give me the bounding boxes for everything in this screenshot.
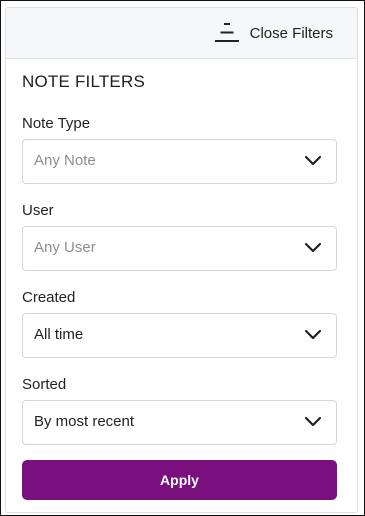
note-type-value: Any Note: [34, 152, 96, 169]
created-select[interactable]: All time: [22, 313, 337, 358]
window-frame: Close Filters NOTE FILTERS Note Type Any…: [0, 0, 365, 516]
sorted-value: By most recent: [34, 413, 135, 430]
user-value: Any User: [34, 239, 96, 256]
user-label: User: [22, 202, 54, 219]
filters-header: Close Filters: [6, 8, 357, 59]
filter-collapse-icon: [214, 23, 239, 42]
user-select[interactable]: Any User: [22, 226, 337, 271]
chevron-down-icon: [304, 416, 322, 427]
note-type-label: Note Type: [22, 115, 91, 132]
filters-panel: Close Filters NOTE FILTERS Note Type Any…: [5, 7, 358, 513]
apply-button[interactable]: Apply: [22, 460, 337, 500]
close-filters-label: Close Filters: [249, 24, 333, 42]
note-type-select[interactable]: Any Note: [22, 139, 337, 184]
sorted-label: Sorted: [22, 376, 67, 393]
created-value: All time: [34, 326, 84, 343]
sorted-select[interactable]: By most recent: [22, 400, 337, 445]
chevron-down-icon: [304, 242, 322, 253]
close-filters-button[interactable]: Close Filters: [214, 18, 333, 48]
chevron-down-icon: [304, 329, 322, 340]
created-label: Created: [22, 289, 76, 306]
chevron-down-icon: [304, 155, 322, 166]
panel-title: NOTE FILTERS: [22, 72, 145, 91]
